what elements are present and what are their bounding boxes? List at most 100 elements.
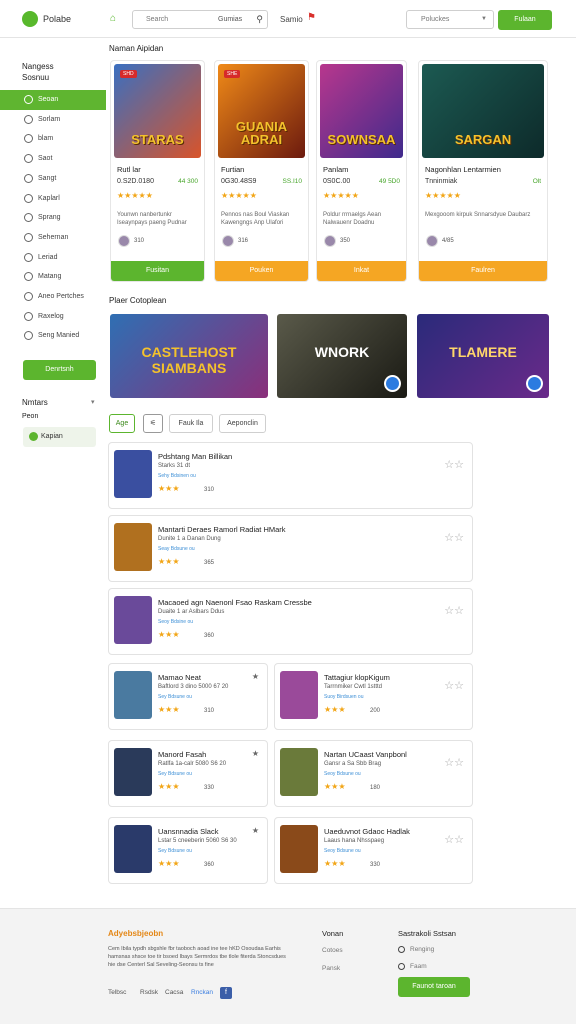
rating-count: 360 <box>204 633 215 639</box>
filter-icon[interactable]: ⚟ <box>143 414 163 433</box>
share-icon[interactable] <box>384 375 401 392</box>
search-icon[interactable]: ⚲ <box>256 14 263 25</box>
list-item[interactable]: Nartan UCaast Vanpbonl Gansr a Sa Sbb Bra… <box>274 740 473 807</box>
game-thumbnail[interactable] <box>280 825 318 873</box>
logo-icon[interactable] <box>22 11 38 27</box>
game-card[interactable]: SOWNSAA Panlam 0S0C.00 49 5D0 ★★★★★ Poldur rr… <box>316 60 407 282</box>
card-button[interactable]: Fusitan <box>111 261 204 281</box>
nav-link[interactable]: Samio <box>280 15 303 24</box>
game-thumbnail[interactable] <box>114 523 152 571</box>
item-title: Nartan UCaast Vanpbonl <box>324 750 407 759</box>
list-item[interactable]: Macaoed agn Naenonl Fsao Raskam Cressbe D… <box>108 588 473 655</box>
login-button[interactable]: Fulaan <box>498 10 552 30</box>
sale-badge: SHD <box>120 70 137 78</box>
list-item[interactable]: Manord Fasah Ratlfa 1a-calr 5080 S6 20 Sey… <box>108 740 268 807</box>
search-category[interactable]: Gumias <box>218 16 242 23</box>
sidebar-item[interactable]: Sorlam <box>0 110 106 130</box>
card-button[interactable]: Pouken <box>215 261 308 281</box>
list-item[interactable]: Mamao Neat Baftlord 3 dino 5000 67 20 Sey … <box>108 663 268 730</box>
game-thumbnail[interactable] <box>114 825 152 873</box>
favorite-icon[interactable]: ☆☆ <box>444 531 464 544</box>
game-card[interactable]: SARGAN Nagonhlan Lentarmien Tnninmiak Olt ★★… <box>418 60 548 282</box>
sidebar-item[interactable]: Leriad <box>0 248 106 268</box>
star-rating: ★★★ <box>158 859 180 868</box>
featured-banner[interactable]: WNORK <box>277 314 407 398</box>
footer-link[interactable]: Telbsc <box>108 989 126 996</box>
star-rating: ★★★★★ <box>117 191 153 200</box>
home-icon[interactable]: ⌂ <box>110 13 116 24</box>
sidebar-item[interactable]: Seoan <box>0 90 106 110</box>
featured-banner[interactable]: CASTLEHOST SIAMBANS <box>110 314 268 398</box>
monitor-icon <box>24 272 33 282</box>
list-item[interactable]: Uaeduvnot Gdaoc Hadlak Laaus hana Nhsspae… <box>274 817 473 884</box>
filter-chip[interactable]: Fauk Ila <box>169 414 213 433</box>
facebook-icon[interactable]: f <box>220 987 232 999</box>
list-item[interactable]: Pdshtang Man Billikan Starks 31 dt Sehy Bd… <box>108 442 473 509</box>
sidebar-cta-button[interactable]: Denrtsnh <box>23 360 96 380</box>
list-item[interactable]: Mantarti Deraes Ramorl Radiat HMark Dunit… <box>108 515 473 582</box>
footer-button[interactable]: Faunot taroan <box>398 977 470 997</box>
calendar-icon <box>24 232 33 242</box>
game-art[interactable]: SHD STARAS <box>114 64 201 158</box>
sidebar-item[interactable]: blam <box>0 129 106 149</box>
game-thumbnail[interactable] <box>280 748 318 796</box>
game-card[interactable]: SHD STARAS Rutl lar 0.S2D.0180 44 300 ★★★★★ Yo… <box>110 60 205 282</box>
sidebar-item[interactable]: Seng Manied <box>0 326 106 346</box>
logo-text[interactable]: Polabe <box>43 14 71 24</box>
search-input[interactable]: Search <box>146 16 168 23</box>
footer-link[interactable]: Cotoes <box>322 947 343 954</box>
sidebar-badge[interactable]: Kapian <box>23 427 96 447</box>
game-price: 0.S2D.0180 <box>117 178 154 185</box>
bell-icon[interactable]: ⚑ <box>307 12 316 23</box>
share-icon[interactable] <box>526 375 543 392</box>
sidebar-item[interactable]: Aneo Pertches <box>0 287 106 307</box>
footer-link[interactable]: Rsdsk <box>140 989 158 996</box>
game-thumbnail[interactable] <box>114 596 152 644</box>
favorite-icon[interactable]: ☆☆ <box>444 679 464 692</box>
game-thumbnail[interactable] <box>114 450 152 498</box>
card-button[interactable]: Faulren <box>419 261 547 281</box>
top-header: Polabe ⌂ Search Gumias ⚲ Samio ⚑ Polucke… <box>0 0 576 38</box>
game-thumbnail[interactable] <box>280 671 318 719</box>
footer-link[interactable]: Pansk <box>322 965 340 972</box>
game-art[interactable]: SHE GUANIA ADRAI <box>218 64 305 158</box>
sidebar-item[interactable]: Matang <box>0 267 106 287</box>
filter-chip[interactable]: Age <box>109 414 135 433</box>
star-rating: ★★★ <box>158 705 180 714</box>
game-price-alt: 49 5D0 <box>379 178 400 185</box>
item-tag: Seoy Bdsune ou <box>324 848 361 854</box>
footer-link[interactable]: Cacsa <box>165 989 183 996</box>
list-item[interactable]: Tattagiur klopKigum Tarrnmiker Cwtl 1sttt… <box>274 663 473 730</box>
filter-chip[interactable]: Aeponclin <box>219 414 266 433</box>
chevron-down-icon[interactable]: ▾ <box>91 398 95 406</box>
sidebar-item[interactable]: Kaplarl <box>0 189 106 209</box>
game-thumbnail[interactable] <box>114 671 152 719</box>
game-thumbnail[interactable] <box>114 748 152 796</box>
radio-button[interactable] <box>398 963 405 970</box>
bookmark-icon[interactable]: ★ <box>252 826 259 835</box>
featured-banner[interactable]: TLAMERE <box>417 314 549 398</box>
bookmark-icon[interactable]: ★ <box>252 749 259 758</box>
favorite-icon[interactable]: ☆☆ <box>444 604 464 617</box>
game-art[interactable]: SARGAN <box>422 64 544 158</box>
sidebar-item[interactable]: Sangt <box>0 169 106 189</box>
card-button[interactable]: Inkat <box>317 261 406 281</box>
game-card[interactable]: SHE GUANIA ADRAI Furtian 0G30.48S9 SS.I10 ★★★… <box>214 60 309 282</box>
sidebar-item[interactable]: Saot <box>0 149 106 169</box>
item-title: Mantarti Deraes Ramorl Radiat HMark <box>158 525 286 534</box>
sidebar-item[interactable]: Sehernan <box>0 228 106 248</box>
favorite-icon[interactable]: ☆☆ <box>444 833 464 846</box>
favorite-icon[interactable]: ☆☆ <box>444 458 464 471</box>
sidebar-item[interactable]: Sprang <box>0 208 106 228</box>
search-bar[interactable]: Search Gumias ⚲ <box>132 10 268 29</box>
list-item[interactable]: Uansnnadia Slack Lstar 5 cneeberin 5060 S… <box>108 817 268 884</box>
sidebar-item[interactable]: Raxelog <box>0 307 106 327</box>
header-select[interactable]: Poluckes ▼ <box>406 10 494 29</box>
radio-button[interactable] <box>398 946 405 953</box>
featured-title: WNORK <box>314 344 370 360</box>
rating-count: 365 <box>204 560 215 566</box>
bookmark-icon[interactable]: ★ <box>252 672 259 681</box>
footer-link[interactable]: Rnckan <box>191 989 213 996</box>
game-art[interactable]: SOWNSAA <box>320 64 403 158</box>
favorite-icon[interactable]: ☆☆ <box>444 756 464 769</box>
